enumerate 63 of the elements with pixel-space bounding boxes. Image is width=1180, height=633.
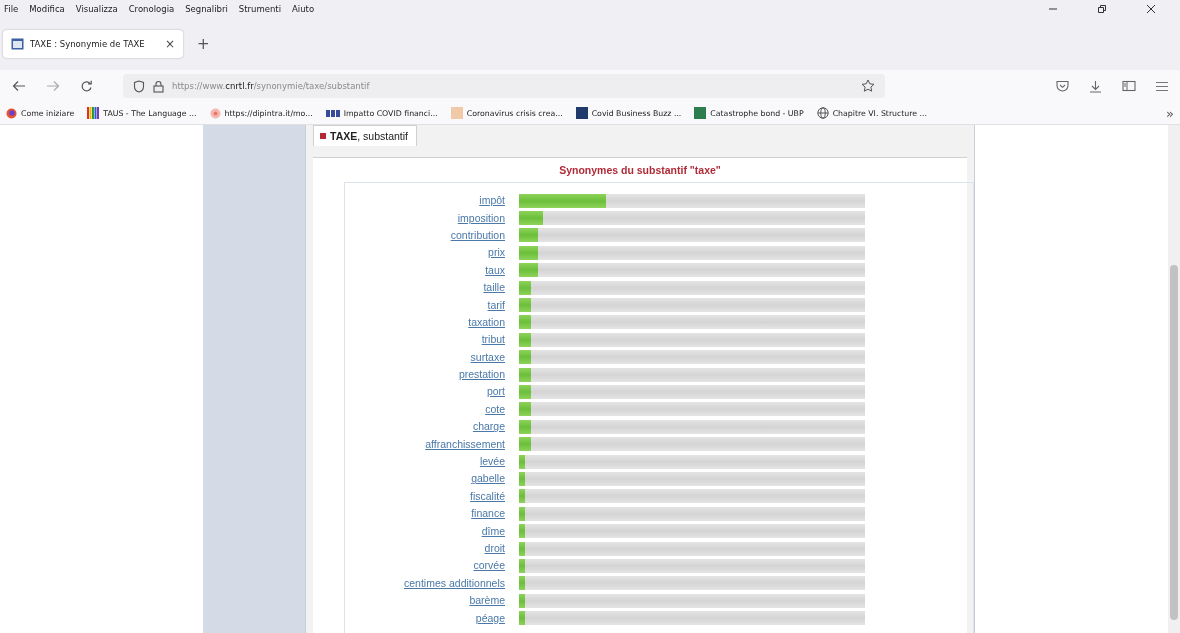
menu-item[interactable]: Strumenti xyxy=(238,4,281,14)
synonym-link[interactable]: port xyxy=(486,385,505,398)
star-icon[interactable] xyxy=(861,79,875,93)
synonym-link[interactable]: taille xyxy=(483,281,505,294)
synonym-link[interactable]: finance xyxy=(471,507,505,520)
scrollbar[interactable] xyxy=(1168,125,1180,633)
synonym-link[interactable]: prix xyxy=(488,246,505,259)
menu-item[interactable]: Visualizza xyxy=(75,4,118,14)
blocks-icon xyxy=(325,109,340,117)
synonym-link[interactable]: dîme xyxy=(481,524,505,537)
square-icon xyxy=(450,107,463,119)
synonym-link[interactable]: contribution xyxy=(450,228,505,241)
synonym-link[interactable]: péage xyxy=(475,611,505,624)
synonym-link[interactable]: surtaxe xyxy=(470,350,505,363)
synonym-link[interactable]: affranchissement xyxy=(425,437,505,450)
synonym-link[interactable]: fiscalité xyxy=(470,489,505,502)
synonym-link[interactable]: cote xyxy=(485,402,505,415)
scrollbar-thumb[interactable] xyxy=(1170,265,1178,620)
tab-title: TAXE : Synonymie de TAXE xyxy=(30,39,146,49)
close-icon[interactable] xyxy=(1146,4,1156,14)
download-icon[interactable] xyxy=(1089,79,1102,93)
address-bar[interactable]: https://www.cnrtl.fr/synonymie/taxe/substantif xyxy=(123,74,885,98)
flower-icon xyxy=(209,107,221,119)
menu-item[interactable]: Segnalibri xyxy=(185,4,228,14)
tab-close-button[interactable]: × xyxy=(164,37,175,51)
section-title: Synonymes du substantif "taxe" xyxy=(559,164,721,178)
synonym-link[interactable]: gabelle xyxy=(471,472,505,485)
new-tab-button[interactable]: + xyxy=(197,35,210,53)
page-tab[interactable]: TAXE, substantif xyxy=(313,125,417,146)
synonym-link[interactable]: barème xyxy=(469,594,505,607)
synonym-link[interactable]: prestation xyxy=(458,368,505,381)
globe-icon xyxy=(816,107,829,119)
menu-item[interactable]: File xyxy=(4,4,19,14)
restore-icon[interactable] xyxy=(1097,4,1107,14)
synonym-link[interactable]: tarif xyxy=(487,298,505,311)
square-icon xyxy=(694,107,707,119)
url-text: https://www.cnrtl.fr/synonymie/taxe/substantif xyxy=(172,81,370,91)
stripes-icon xyxy=(87,107,100,119)
back-icon[interactable] xyxy=(12,80,26,92)
pocket-icon[interactable] xyxy=(1056,80,1069,92)
synonym-link[interactable]: taux xyxy=(485,263,505,276)
menu-item[interactable]: Aiuto xyxy=(292,4,315,14)
synonym-link[interactable]: impôt xyxy=(479,194,505,207)
firefox-icon xyxy=(6,107,17,119)
menu-item[interactable]: Cronologia xyxy=(128,4,175,14)
synonym-link[interactable]: centimes additionnels xyxy=(404,576,505,589)
synonym-link[interactable]: imposition xyxy=(457,211,505,224)
synonym-link[interactable]: droit xyxy=(484,542,505,554)
browser-tab[interactable]: TAXE : Synonymie de TAXE × xyxy=(3,30,183,58)
menu-icon[interactable] xyxy=(1156,80,1168,92)
square-icon xyxy=(575,107,588,119)
synonym-link[interactable]: corvée xyxy=(473,559,505,572)
synonym-link[interactable]: levée xyxy=(479,455,505,468)
page-icon xyxy=(11,38,24,50)
lock-icon xyxy=(153,79,164,93)
synonym-link[interactable]: taxation xyxy=(468,315,505,328)
synonym-link[interactable]: charge xyxy=(472,420,505,433)
shield-icon xyxy=(133,79,145,93)
more-bookmarks-button[interactable]: » xyxy=(1166,105,1174,121)
synonym-link[interactable]: tribut xyxy=(481,333,505,346)
menu-item[interactable]: Modifica xyxy=(29,4,65,14)
reload-icon[interactable] xyxy=(80,79,93,93)
sidebar-icon[interactable] xyxy=(1122,80,1136,92)
